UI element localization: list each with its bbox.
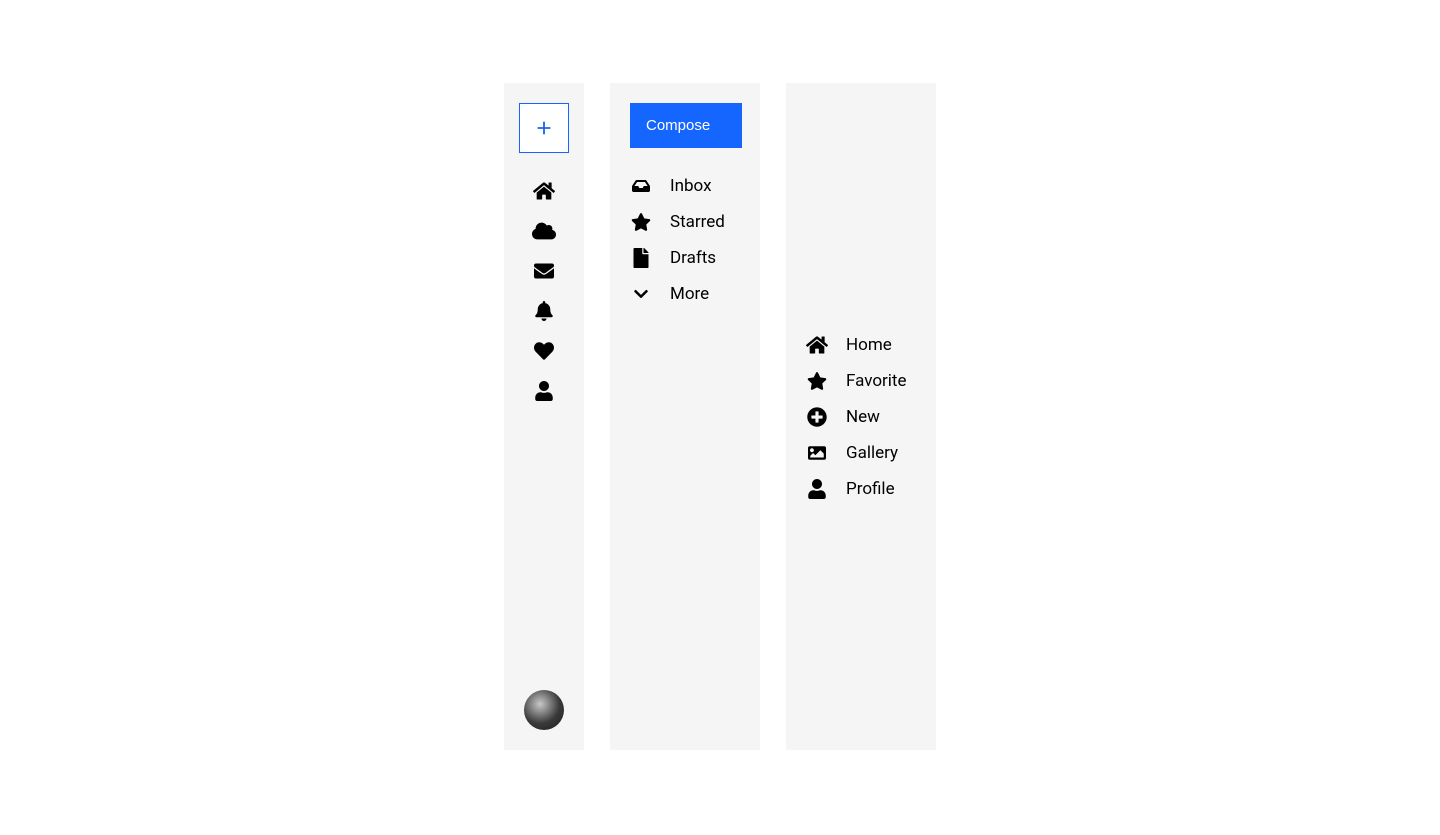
file-icon: [630, 248, 652, 268]
avatar[interactable]: [524, 690, 564, 730]
centered-nav-favorite[interactable]: Favorite: [806, 363, 916, 399]
home-icon: [806, 335, 828, 355]
mail-nav-label: Starred: [670, 212, 725, 232]
mail-nav-inbox[interactable]: Inbox: [630, 168, 740, 204]
centered-nav-label: New: [846, 407, 880, 427]
centered-nav-label: Gallery: [846, 443, 898, 463]
nav-favorites[interactable]: [524, 331, 564, 371]
envelope-icon: [534, 261, 554, 281]
nav-profile[interactable]: [524, 371, 564, 411]
mail-nav-label: Drafts: [670, 248, 716, 268]
mail-nav-more[interactable]: More: [630, 276, 740, 312]
nav-notifications[interactable]: [524, 291, 564, 331]
star-icon: [806, 371, 828, 391]
centered-nav-profile[interactable]: Profile: [806, 471, 916, 507]
nav-mail[interactable]: [524, 251, 564, 291]
star-icon: [630, 212, 652, 232]
nav-home[interactable]: [524, 171, 564, 211]
home-icon: [533, 180, 555, 202]
centered-nav-label: Profile: [846, 479, 895, 499]
mail-sidebar: Compose Inbox Starred Drafts More: [610, 83, 760, 750]
centered-nav-gallery[interactable]: Gallery: [806, 435, 916, 471]
mail-nav-starred[interactable]: Starred: [630, 204, 740, 240]
centered-nav-new[interactable]: New: [806, 399, 916, 435]
bell-icon: [535, 301, 553, 321]
plus-icon: [533, 117, 555, 139]
image-icon: [806, 444, 828, 462]
inbox-icon: [630, 178, 652, 194]
heart-icon: [534, 341, 554, 361]
add-button[interactable]: [519, 103, 569, 153]
chevron-down-icon: [630, 286, 652, 302]
user-icon: [535, 381, 553, 401]
centered-sidebar: Home Favorite New Gallery Profile: [786, 83, 936, 750]
user-icon: [806, 479, 828, 499]
plus-circle-icon: [806, 407, 828, 427]
mail-nav-drafts[interactable]: Drafts: [630, 240, 740, 276]
icon-list: [524, 171, 564, 411]
mail-nav-label: More: [670, 284, 709, 304]
icon-sidebar: [504, 83, 584, 750]
centered-nav-home[interactable]: Home: [806, 327, 916, 363]
nav-cloud[interactable]: [524, 211, 564, 251]
centered-nav-label: Home: [846, 335, 892, 355]
centered-nav-label: Favorite: [846, 371, 907, 391]
mail-nav-label: Inbox: [670, 176, 712, 196]
cloud-icon: [532, 220, 556, 242]
compose-button[interactable]: Compose: [630, 103, 742, 148]
